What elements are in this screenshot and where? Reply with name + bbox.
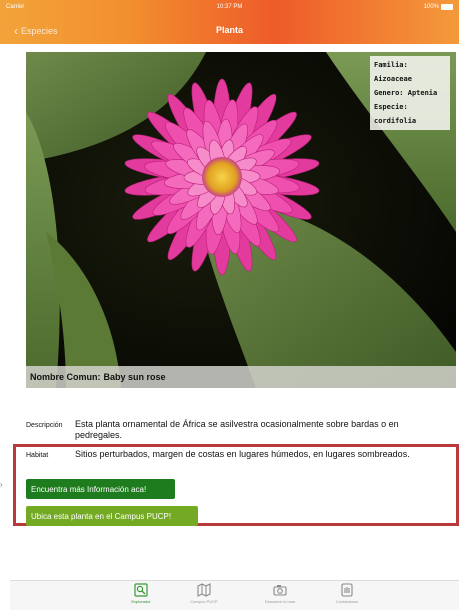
habitat-label: Habitat <box>26 452 49 459</box>
tab-explorer-label: Explorador <box>131 599 151 604</box>
habitat-row: Habitat Sitios perturbados, margen de co… <box>26 449 446 461</box>
tab-explorer[interactable]: Explorador <box>111 583 171 604</box>
common-name-bar: Nombre Comun: Baby sun rose <box>26 366 456 388</box>
map-icon <box>197 583 211 597</box>
explorer-icon <box>134 583 148 597</box>
taxonomy-box: Familia: Aizoaceae Genero: Aptenia Espec… <box>370 56 450 130</box>
tab-bar: Explorador Campus PUCP Descubre tú mas C… <box>10 580 459 610</box>
arrow-icon: › <box>0 480 3 489</box>
description-row: Descripción Esta planta ornamental de Áf… <box>26 419 446 441</box>
plant-photo: Familia: Aizoaceae Genero: Aptenia Espec… <box>26 52 456 388</box>
tab-discover-label: Descubre tú mas <box>264 599 296 604</box>
status-bar: Carrier 10:37 PM 100% <box>0 0 459 14</box>
description-text: Esta planta ornamental de África se asil… <box>75 419 399 440</box>
camera-icon <box>273 585 287 596</box>
more-info-button[interactable]: Encuentra más Información aca! <box>26 479 175 499</box>
common-name-value: Baby sun rose <box>103 372 166 382</box>
taxonomy-genus: Genero: Aptenia <box>374 89 438 97</box>
battery-icon <box>441 4 453 10</box>
battery-percent: 100% <box>423 4 439 10</box>
taxonomy-family: Familia: Aizoaceae <box>374 61 412 83</box>
description-label: Descripción <box>26 422 63 429</box>
clock: 10:37 PM <box>216 4 243 10</box>
tab-campus[interactable]: Campus PUCP <box>174 583 234 604</box>
tab-campus-label: Campus PUCP <box>190 599 218 604</box>
locate-on-campus-button[interactable]: Ubica esta planta en el Campus PUCP! <box>26 506 198 526</box>
tab-contact-label: Contáctanos <box>335 599 359 604</box>
common-name-label: Nombre Comun: <box>30 372 101 382</box>
contact-icon <box>341 583 353 597</box>
page-title: Planta <box>215 25 243 35</box>
habitat-text: Sitios perturbados, margen de costas en … <box>75 449 410 459</box>
taxonomy-species: Especie: cordifolia <box>374 103 417 125</box>
tab-contact[interactable]: Contáctanos <box>317 583 377 604</box>
tab-discover[interactable]: Descubre tú mas <box>250 583 310 604</box>
navigation-bar: Carrier 10:37 PM 100% ‹ Especies Planta <box>0 0 459 44</box>
